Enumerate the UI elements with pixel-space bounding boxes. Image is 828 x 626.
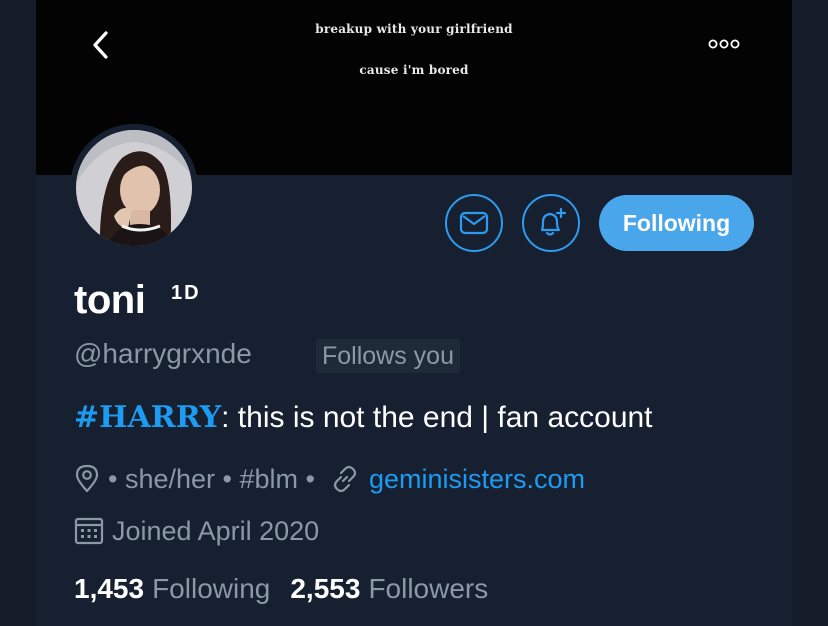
profile-meta-row: • she/her • #blm • geminisisters.com	[74, 460, 585, 498]
message-button[interactable]	[445, 194, 503, 252]
following-button[interactable]: Following	[599, 195, 754, 251]
follow-stats: 1,453 Following 2,553 Followers	[74, 570, 488, 608]
followers-stat[interactable]: 2,553 Followers	[290, 573, 488, 605]
following-stat[interactable]: 1,453 Following	[74, 573, 270, 605]
profile-screen: breakup with your girlfriend cause i'm b…	[36, 0, 792, 626]
name-badge: 1D	[171, 282, 201, 304]
bio-hashtag-link[interactable]: #HARRY	[74, 400, 221, 435]
display-name: toni	[74, 278, 146, 322]
bell-plus-icon	[540, 207, 567, 236]
website-link[interactable]: geminisisters.com	[369, 464, 585, 495]
profile-meta-text: • she/her • #blm •	[108, 463, 315, 494]
avatar[interactable]	[70, 124, 198, 252]
followers-count: 2,553	[290, 573, 361, 604]
banner-text-line-1: breakup with your girlfriend	[315, 22, 513, 36]
banner-text-line-2: cause i'm bored	[359, 63, 469, 77]
calendar-icon	[74, 517, 104, 545]
more-options-icon	[708, 39, 740, 49]
username-handle: @harrygrxnde	[74, 338, 252, 369]
link-icon	[333, 465, 357, 493]
bio: #HARRY: this is not the end | fan accoun…	[74, 400, 653, 435]
follows-you-badge: Follows you	[316, 339, 460, 373]
following-count: 1,453	[74, 573, 145, 604]
more-options-button[interactable]	[704, 34, 744, 54]
following-label: Following	[152, 573, 271, 604]
joined-date: Joined April 2020	[112, 515, 320, 546]
followers-label: Followers	[368, 573, 489, 604]
notifications-button[interactable]	[522, 194, 580, 252]
joined-date-row: Joined April 2020	[74, 512, 319, 550]
location-pin-icon	[75, 464, 99, 493]
envelope-icon	[459, 211, 489, 235]
bio-text: : this is not the end | fan account	[221, 401, 653, 434]
